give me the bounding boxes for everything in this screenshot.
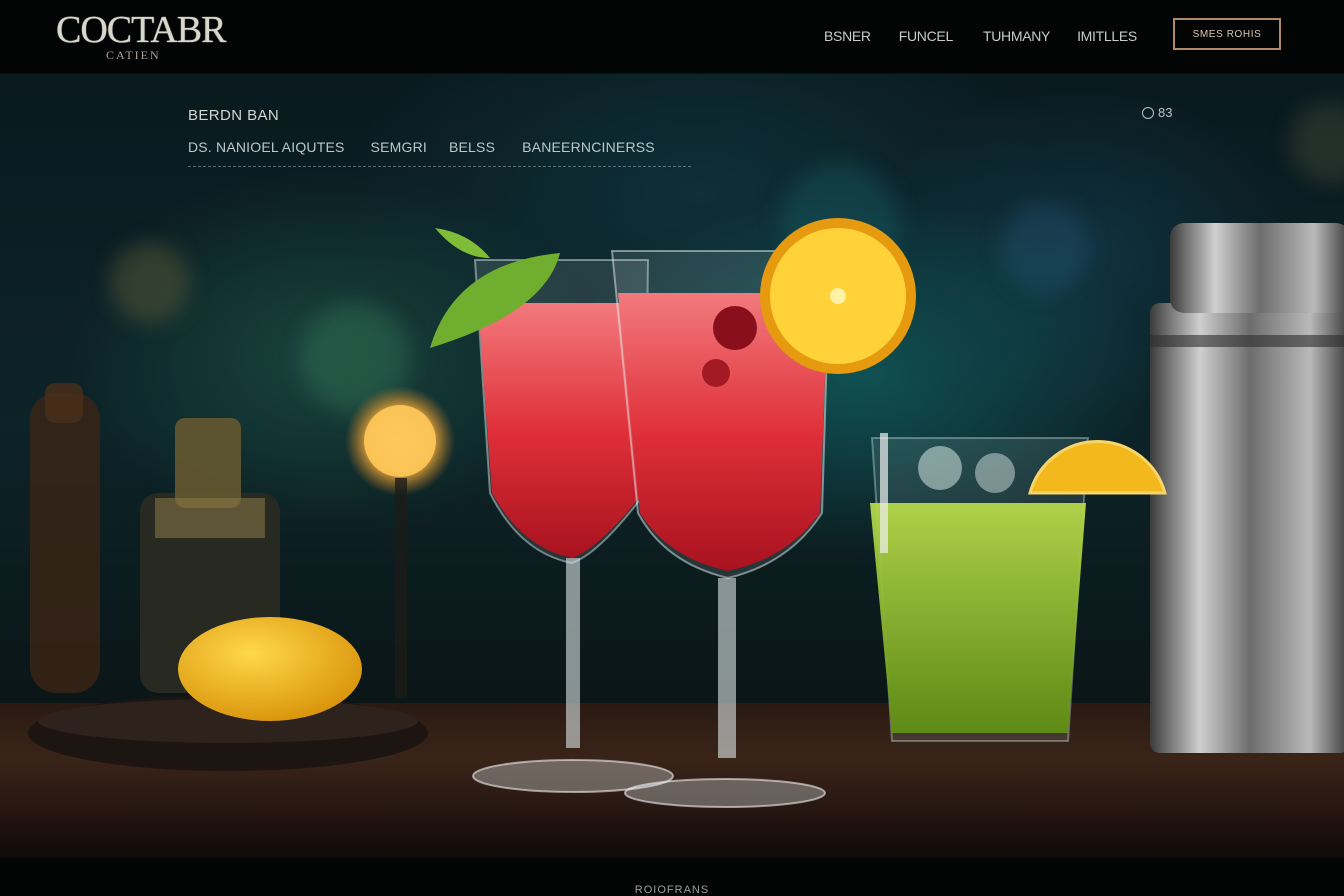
counter-indicator[interactable]: 83 — [1142, 105, 1172, 120]
red-cocktail-right — [610, 218, 916, 808]
cocktail-shaker — [1150, 223, 1344, 753]
main-nav: BSNER FUNCEL TUHMANY IMITLLES — [824, 28, 1137, 44]
subnav-item-4[interactable]: BANEERNCINERSS — [522, 139, 655, 155]
nav-link-1[interactable]: BSNER — [824, 28, 871, 44]
logo-tagline: CATIEN — [106, 48, 161, 62]
cta-button[interactable]: SMES ROHIS — [1173, 18, 1281, 50]
subnav-divider — [188, 166, 691, 167]
circle-icon — [1142, 106, 1154, 119]
hero-cocktail-illustration — [28, 218, 1344, 808]
brand-logo[interactable]: COCTABR CATIEN — [56, 8, 246, 68]
nav-link-2[interactable]: FUNCEL — [899, 28, 954, 44]
nav-link-3[interactable]: TUHMANY — [983, 28, 1050, 44]
subnav-item-1[interactable]: DS. NANIOEL AIQUTES — [188, 139, 345, 155]
subnav-item-2[interactable]: SEMGRI — [371, 139, 427, 155]
counter-value: 83 — [1158, 105, 1173, 120]
footer-label: ROIOFRANS — [634, 884, 710, 896]
footer-bar: ROIOFRANS — [0, 858, 1344, 896]
hero-section: BERDN BAN DS. NANIOEL AIQUTES SEMGRI BEL… — [0, 73, 1344, 858]
background-bottle-left — [30, 383, 100, 693]
hero-subnav: DS. NANIOEL AIQUTES SEMGRI BELSS BANEERN… — [188, 139, 655, 155]
green-cocktail — [870, 433, 1167, 742]
top-navigation-bar: COCTABR CATIEN BSNER FUNCEL TUHMANY IMIT… — [0, 0, 1344, 74]
nav-link-4[interactable]: IMITLLES — [1077, 28, 1137, 44]
hero-heading: BERDN BAN — [188, 107, 280, 124]
logo-wordmark: COCTABR — [56, 9, 226, 51]
subnav-item-3[interactable]: BELSS — [449, 139, 495, 155]
